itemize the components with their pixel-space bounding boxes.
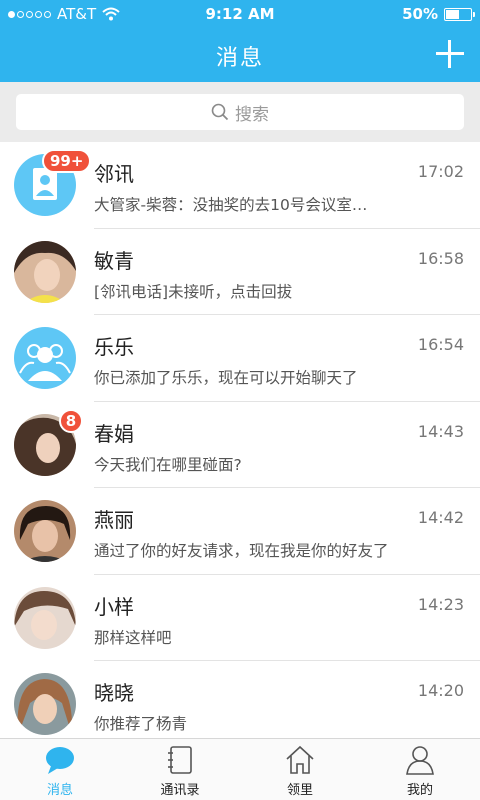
search-placeholder: 搜索: [235, 104, 269, 125]
add-button[interactable]: [434, 38, 466, 70]
nav-bar: 消息: [0, 28, 480, 82]
battery-percent: 50%: [402, 5, 438, 23]
message-time: 14:43: [417, 421, 464, 441]
avatar: [14, 500, 76, 562]
status-bar: AT&T 9:12 AM 50%: [0, 0, 480, 28]
search-input[interactable]: 搜索: [16, 94, 464, 130]
tab-label: 通讯录: [160, 783, 200, 798]
person-icon: [406, 746, 434, 775]
chat-bubble-icon: [46, 747, 74, 774]
contact-name: 乐乐: [94, 335, 134, 359]
message-preview: 你推荐了杨青: [94, 715, 188, 733]
message-preview: 你已添加了乐乐，现在可以开始聊天了: [94, 369, 358, 387]
tab-contacts[interactable]: 通讯录: [120, 739, 240, 800]
conversation-row[interactable]: 乐乐 16:54 你已添加了乐乐，现在可以开始聊天了: [0, 315, 480, 402]
status-right: 50%: [402, 5, 475, 23]
home-icon: [286, 745, 314, 774]
conversation-row[interactable]: 8 春娟 14:43 今天我们在哪里碰面?: [0, 402, 480, 488]
message-time: 14:20: [417, 681, 464, 700]
search-icon: [211, 103, 229, 121]
contacts-book-icon: [168, 746, 192, 774]
page-title: 消息: [215, 46, 264, 71]
conversation-row[interactable]: 99+ 邻讯 17:02 大管家-柴蓉：没抽奖的去10号会议室…: [0, 142, 480, 229]
avatar-group-icon: [14, 327, 76, 389]
tab-bar: 消息 通讯录 领里 我的: [0, 738, 480, 800]
message-preview: 通过了你的好友请求，现在我是你的好友了: [94, 542, 389, 560]
tab-label: 消息: [46, 783, 73, 798]
message-preview: 那样这样吧: [94, 628, 172, 647]
contact-name: 敏青: [94, 248, 134, 273]
tab-me[interactable]: 我的: [360, 739, 480, 800]
tab-messages[interactable]: 消息: [0, 739, 120, 800]
contact-name: 邻讯: [94, 162, 134, 186]
contact-name: 燕丽: [94, 508, 134, 532]
conversation-list: 99+ 邻讯 17:02 大管家-柴蓉：没抽奖的去10号会议室… 敏青 16:5…: [0, 142, 480, 738]
search-area: 搜索: [0, 82, 480, 142]
conversation-row[interactable]: 燕丽 14:42 通过了你的好友请求，现在我是你的好友了: [0, 488, 480, 575]
message-time: 14:23: [417, 594, 464, 614]
tab-label: 领里: [286, 783, 313, 798]
unread-badge: 99+: [42, 149, 92, 173]
avatar: [14, 586, 76, 649]
conversation-row[interactable]: 小样 14:23 那样这样吧: [0, 575, 480, 661]
message-preview: [邻讯电话]未接听，点击回拔: [94, 282, 293, 301]
avatar: [14, 240, 76, 303]
contact-name: 小样: [94, 594, 134, 619]
unread-badge: 8: [59, 408, 83, 433]
message-time: 17:02: [417, 162, 464, 181]
tab-neighborhood[interactable]: 领里: [240, 739, 360, 800]
tab-label: 我的: [406, 783, 433, 798]
message-preview: 今天我们在哪里碰面?: [94, 455, 242, 474]
contact-name: 春娟: [94, 421, 134, 446]
avatar: [14, 673, 76, 735]
message-time: 16:58: [417, 248, 464, 268]
battery-icon: [444, 7, 475, 21]
conversation-row[interactable]: 敏青 16:58 [邻讯电话]未接听，点击回拔: [0, 229, 480, 315]
contact-name: 晓晓: [94, 681, 134, 705]
conversation-row[interactable]: 晓晓 14:20 你推荐了杨青: [0, 661, 480, 738]
message-time: 16:54: [417, 335, 464, 354]
message-preview: 大管家-柴蓉：没抽奖的去10号会议室…: [94, 196, 368, 214]
message-time: 14:42: [417, 508, 464, 527]
